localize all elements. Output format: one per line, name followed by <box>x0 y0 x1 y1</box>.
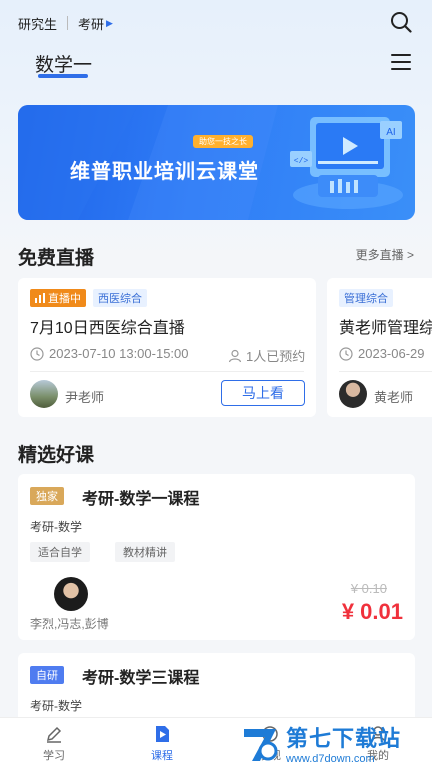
course-title: 考研-数学三课程 <box>82 670 200 687</box>
original-price: ¥ 0.10 <box>350 581 387 596</box>
banner-title: 维普职业培训云课堂 <box>70 161 259 183</box>
live-time: 2023-06-29 <box>339 346 425 361</box>
courses-section-title: 精选好课 <box>18 445 95 466</box>
live-category-badge: 管理综合 <box>339 289 393 307</box>
course-card[interactable]: 独家 考研-数学一课程 考研-数学 适合自学 教材精讲 李烈,冯志,彭博 ¥ 0… <box>18 474 415 640</box>
current-price: ¥ 0.01 <box>341 599 403 624</box>
tab-courses[interactable]: 课程 <box>132 718 192 768</box>
live-status-label: 直播中 <box>48 293 81 305</box>
pencil-icon <box>46 726 62 743</box>
live-title: 7月10日西医综合直播 <box>30 320 185 337</box>
live-reservations-text: 1人已预约 <box>246 349 306 364</box>
banner-tag: 助您一技之长 <box>193 135 253 148</box>
live-section-title: 免费直播 <box>18 248 95 269</box>
live-category-badge: 西医综合 <box>93 289 147 307</box>
user-icon <box>228 349 242 362</box>
live-title: 黄老师管理综 <box>339 320 432 337</box>
teacher-avatar <box>339 380 367 408</box>
bar-chart-icon <box>35 293 45 303</box>
search-icon[interactable] <box>390 11 412 33</box>
category-label[interactable]: 考研 <box>78 14 104 33</box>
promo-banner[interactable]: AI </> 助您一技之长 维普职业培训云课堂 <box>18 105 415 220</box>
teacher-name: 黄老师 <box>374 390 414 405</box>
course-tag: 教材精讲 <box>115 542 175 562</box>
clock-icon <box>30 346 44 361</box>
course-teachers: 李烈,冯志,彭博 <box>30 617 109 631</box>
watermark-brand: 第七下载站 <box>286 725 402 751</box>
card-divider <box>30 371 304 372</box>
course-tag: 适合自学 <box>30 542 90 562</box>
live-reservations: 1人已预约 <box>228 346 305 365</box>
live-card[interactable]: 管理综合 黄老师管理综 2023-06-29 黄老师 <box>327 278 432 417</box>
watch-now-button[interactable]: 马上看 <box>221 380 305 406</box>
teacher-name: 尹老师 <box>65 390 105 405</box>
teacher-avatar <box>54 577 88 611</box>
menu-icon[interactable] <box>391 54 411 70</box>
tab-label: 学习 <box>43 750 65 762</box>
live-card[interactable]: 直播中 西医综合 7月10日西医综合直播 2023-07-10 13:00-15… <box>18 278 316 417</box>
watermark-url: www.d7down.com <box>286 752 375 765</box>
level-label[interactable]: 研究生 <box>18 14 57 33</box>
live-status-badge: 直播中 <box>30 289 86 307</box>
course-badge: 独家 <box>30 487 64 505</box>
play-icon <box>156 726 169 742</box>
tab-label: 课程 <box>151 750 173 762</box>
live-time-text: 2023-07-10 13:00-15:00 <box>49 346 189 361</box>
triangle-right-icon: ▶ <box>106 17 113 28</box>
clock-icon <box>339 346 353 361</box>
watermark-logo <box>244 728 278 761</box>
category-selector[interactable]: 研究生 考研 ▶ <box>18 12 113 34</box>
course-subtitle: 考研-数学 <box>30 520 82 534</box>
svg-text:AI: AI <box>386 127 395 138</box>
subject-tab[interactable]: 数学一 <box>35 50 92 77</box>
subject-tab-indicator <box>38 74 88 78</box>
card-divider <box>339 371 432 372</box>
tab-study[interactable]: 学习 <box>24 718 84 768</box>
course-badge: 自研 <box>30 666 64 684</box>
header-divider <box>67 16 69 30</box>
teacher-avatar <box>30 380 58 408</box>
more-live-link[interactable]: 更多直播 > <box>356 246 414 263</box>
live-time-text: 2023-06-29 <box>358 346 425 361</box>
live-time: 2023-07-10 13:00-15:00 <box>30 346 189 361</box>
site-watermark: 第七下载站 www.d7down.com <box>238 717 432 768</box>
course-title: 考研-数学一课程 <box>82 491 200 508</box>
course-subtitle: 考研-数学 <box>30 699 82 713</box>
svg-text:</>: </> <box>294 157 309 166</box>
